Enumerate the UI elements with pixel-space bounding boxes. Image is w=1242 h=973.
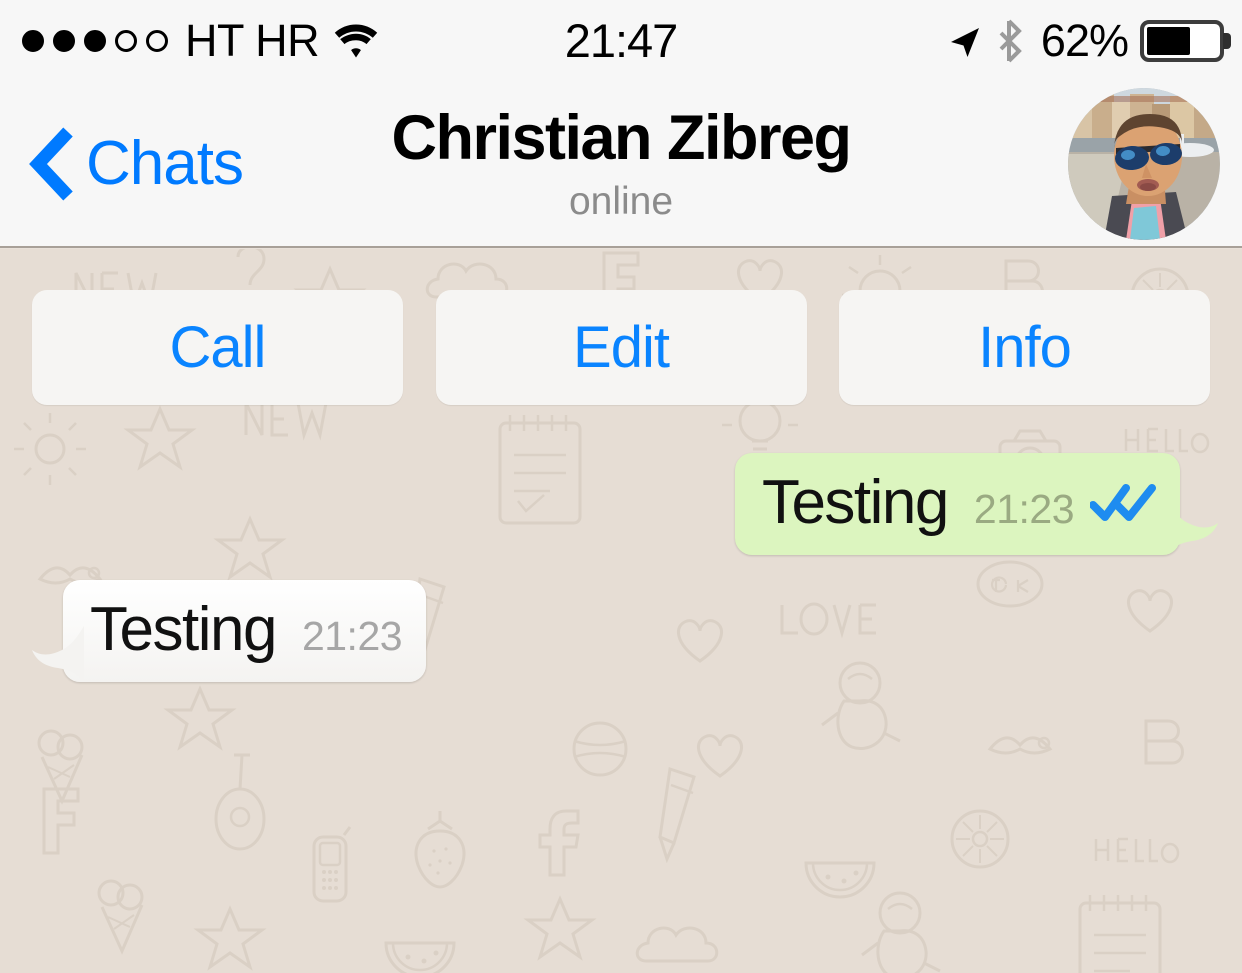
edit-button[interactable]: Edit [435, 290, 807, 405]
message-row-incoming: Testing 21:23 [32, 580, 427, 683]
back-button-label: Chats [86, 128, 244, 198]
double-check-icon [1090, 483, 1156, 523]
info-button[interactable]: Info [839, 290, 1210, 405]
edit-button-label: Edit [573, 314, 670, 380]
call-button[interactable]: Call [32, 290, 403, 405]
whatsapp-chat-screen: HT HR 21:47 62% Chats Christian Zibreg o… [0, 0, 1242, 973]
back-to-chats-button[interactable]: Chats [28, 126, 244, 202]
status-bar-right-group: 62% [945, 0, 1231, 81]
bluetooth-icon [999, 19, 1022, 62]
battery-nub [1223, 32, 1231, 49]
message-timestamp: 21:23 [301, 613, 403, 659]
chevron-left-icon [29, 127, 73, 200]
location-arrow-icon [950, 27, 979, 57]
quick-action-row: Call Edit Info [0, 290, 1242, 405]
bubble-tail-left [32, 626, 84, 683]
battery-percent-label: 62% [1040, 15, 1129, 66]
info-button-label: Info [978, 314, 1072, 380]
carrier-label: HT HR [185, 15, 320, 66]
status-bar: HT HR 21:47 62% [0, 0, 1242, 81]
message-text: Testing [90, 595, 277, 664]
chat-message-area: Call Edit Info Testing 21:23 Testing 21:… [0, 249, 1242, 973]
presence-status-label: online [568, 179, 674, 223]
message-text: Testing [761, 468, 949, 537]
battery-fill [1147, 26, 1191, 55]
message-bubble-outgoing[interactable]: Testing 21:23 [734, 453, 1218, 556]
battery-icon [1140, 19, 1231, 62]
bubble-tail-right [1166, 499, 1218, 556]
avatar-photo [1068, 87, 1220, 240]
status-clock: 21:47 [564, 14, 679, 67]
status-bar-left-group: HT HR [22, 0, 379, 81]
contact-name-title: Christian Zibreg [391, 103, 852, 174]
message-row-outgoing: Testing 21:23 [734, 453, 1218, 556]
call-button-label: Call [169, 314, 267, 380]
message-timestamp: 21:23 [973, 486, 1075, 532]
navigation-bar: Chats Christian Zibreg online [0, 81, 1242, 248]
contact-avatar[interactable] [1068, 87, 1220, 240]
signal-dots-icon [22, 29, 177, 52]
message-bubble-incoming[interactable]: Testing 21:23 [32, 580, 427, 683]
wifi-icon [334, 24, 378, 57]
